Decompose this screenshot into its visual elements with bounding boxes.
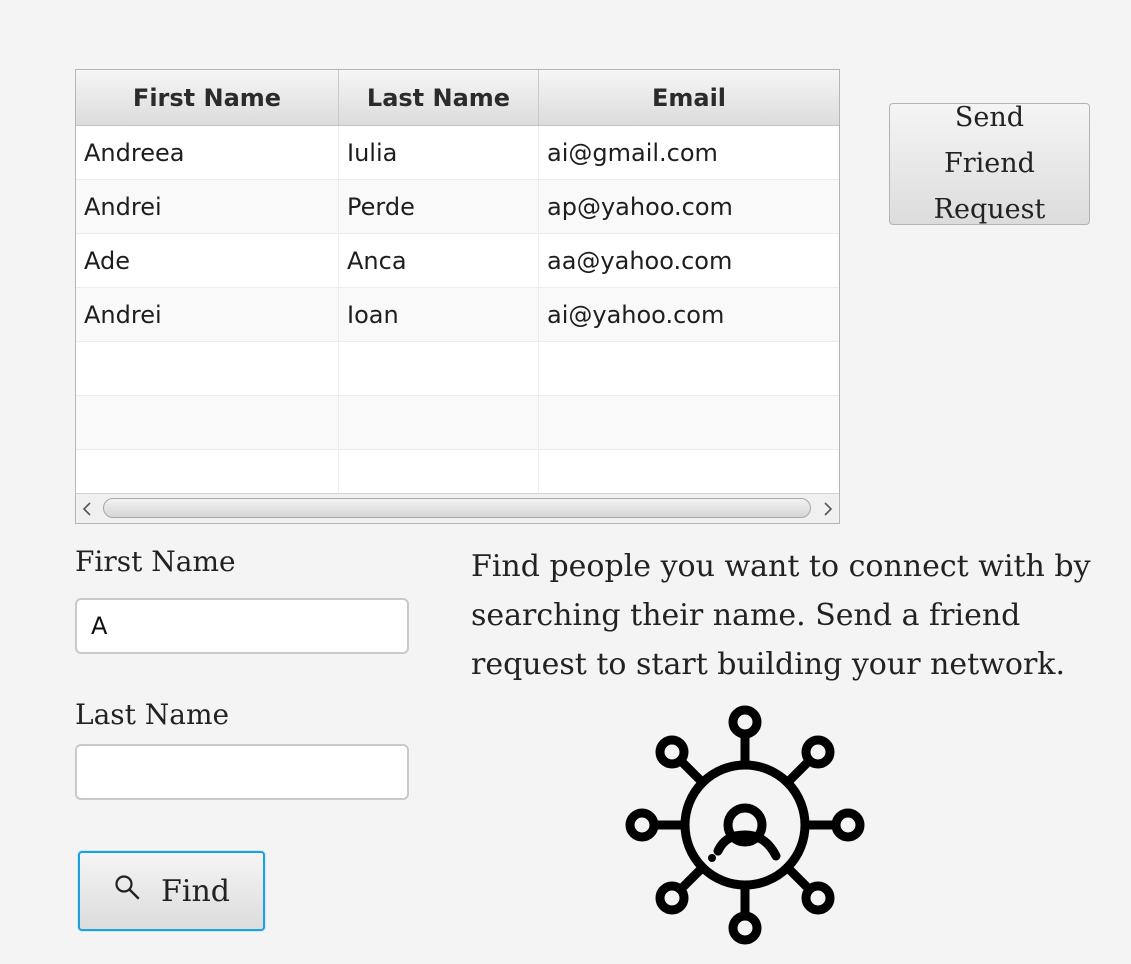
search-icon — [113, 873, 141, 909]
cell-email: ap@yahoo.com — [539, 180, 839, 234]
first-name-label: First Name — [75, 545, 236, 578]
cell-last-name: Iulia — [339, 126, 539, 180]
column-header-last-name[interactable]: Last Name — [339, 70, 539, 125]
empty-table-row — [76, 342, 839, 396]
empty-cell — [76, 396, 339, 450]
table-header: First Name Last Name Email — [76, 70, 839, 126]
send-friend-request-button[interactable]: Send Friend Request — [889, 102, 1090, 225]
column-header-first-name[interactable]: First Name — [76, 70, 339, 125]
table-row[interactable]: Ade Anca aa@yahoo.com — [76, 234, 839, 288]
table-row[interactable]: Andreea Iulia ai@gmail.com — [76, 126, 839, 180]
send-friend-request-label: Send Friend Request — [933, 102, 1046, 225]
empty-table-row — [76, 450, 839, 496]
empty-cell — [539, 342, 839, 396]
empty-cell — [339, 396, 539, 450]
search-instructions: Find people you want to connect with by … — [471, 549, 1091, 682]
find-button[interactable]: Find — [78, 851, 265, 931]
table-body: Andreea Iulia ai@gmail.com Andrei Perde … — [76, 126, 839, 496]
cell-email: aa@yahoo.com — [539, 234, 839, 288]
cell-first-name: Ade — [76, 234, 339, 288]
empty-cell — [76, 450, 339, 496]
find-button-label: Find — [161, 873, 230, 909]
last-name-label: Last Name — [75, 698, 230, 731]
empty-cell — [76, 342, 339, 396]
scroll-right-icon[interactable] — [817, 494, 839, 523]
empty-cell — [539, 396, 839, 450]
first-name-input[interactable] — [75, 598, 409, 654]
empty-cell — [339, 342, 539, 396]
cell-last-name: Anca — [339, 234, 539, 288]
cell-first-name: Andreea — [76, 126, 339, 180]
cell-email: ai@gmail.com — [539, 126, 839, 180]
table-row[interactable]: Andrei Ioan ai@yahoo.com — [76, 288, 839, 342]
cell-first-name: Andrei — [76, 288, 339, 342]
scroll-left-icon[interactable] — [76, 494, 98, 523]
table-row[interactable]: Andrei Perde ap@yahoo.com — [76, 180, 839, 234]
horizontal-scrollbar[interactable] — [76, 493, 839, 523]
network-user-icon — [624, 704, 866, 946]
empty-table-row — [76, 396, 839, 450]
empty-cell — [539, 450, 839, 496]
last-name-input[interactable] — [75, 744, 409, 800]
empty-cell — [339, 450, 539, 496]
cell-first-name: Andrei — [76, 180, 339, 234]
cell-last-name: Perde — [339, 180, 539, 234]
cell-email: ai@yahoo.com — [539, 288, 839, 342]
cell-last-name: Ioan — [339, 288, 539, 342]
users-table[interactable]: First Name Last Name Email Andreea Iulia… — [75, 69, 840, 524]
column-header-email[interactable]: Email — [539, 70, 839, 125]
scrollbar-thumb[interactable] — [103, 498, 811, 518]
